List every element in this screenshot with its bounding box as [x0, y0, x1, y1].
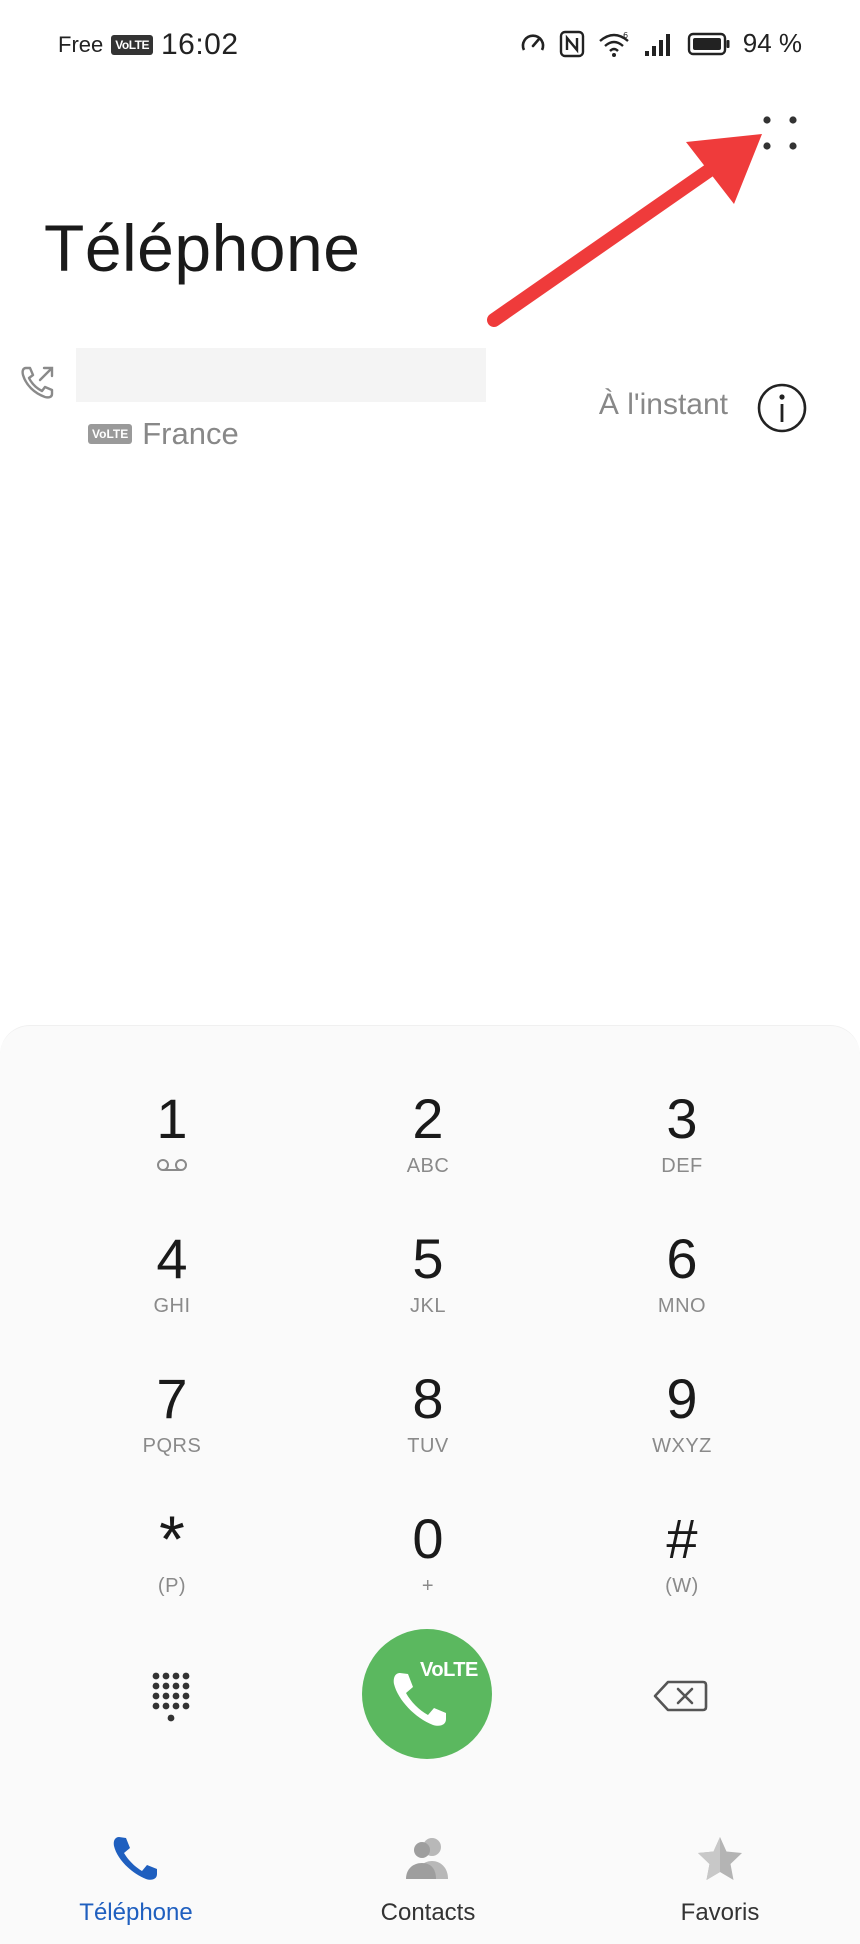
call-number [76, 348, 486, 402]
dialpad-key-5[interactable]: 5 JKL [328, 1229, 528, 1349]
data-saver-icon [521, 33, 545, 51]
key-letters: GHI [153, 1295, 191, 1317]
key-letters: JKL [410, 1295, 446, 1317]
dialpad-key-6[interactable]: 6 MNO [582, 1229, 782, 1349]
tab-phone[interactable]: Téléphone [36, 1833, 236, 1927]
wifi-icon: 6 [598, 31, 629, 57]
call-meta: VoLTE France [88, 416, 239, 452]
key-digit: 4 [156, 1227, 188, 1290]
dialpad-key-hash[interactable]: # (W) [582, 1509, 782, 1629]
key-digit: 9 [666, 1367, 698, 1430]
key-digit: 6 [666, 1227, 698, 1290]
info-icon [757, 383, 807, 433]
phone-icon [113, 1837, 157, 1880]
key-letters: WXYZ [652, 1435, 712, 1457]
call-time: À l'instant [598, 388, 728, 421]
backspace-button[interactable] [652, 1678, 708, 1714]
key-digit: 5 [412, 1227, 444, 1290]
dialpad-toggle-button[interactable] [148, 1668, 196, 1728]
annotation-arrow-icon [487, 134, 762, 327]
key-letters: (W) [665, 1575, 699, 1597]
dialpad-key-3[interactable]: 3 DEF [582, 1089, 782, 1209]
status-right: 6 94 % [519, 28, 802, 59]
voicemail-icon [157, 1159, 187, 1171]
key-letters: PQRS [142, 1435, 202, 1457]
contacts-icon [406, 1838, 448, 1879]
status-bar: Free VoLTE 16:02 6 94 % [0, 0, 860, 90]
call-country: France [142, 416, 239, 451]
page-title: Téléphone [44, 211, 361, 285]
tab-favorites[interactable]: Favoris [620, 1833, 820, 1927]
dialpad-key-7[interactable]: 7 PQRS [72, 1369, 272, 1489]
dialpad-key-9[interactable]: 9 WXYZ [582, 1369, 782, 1489]
key-digit: 2 [412, 1087, 444, 1150]
carrier-name: Free [58, 32, 104, 57]
call-info-button[interactable] [754, 380, 810, 436]
battery-percent: 94 % [742, 28, 802, 58]
bottom-nav: Téléphone Contacts Favoris [0, 1805, 860, 1944]
call-button[interactable]: VoLTE [362, 1629, 492, 1759]
outgoing-call-icon [21, 366, 54, 399]
key-digit: 8 [412, 1367, 444, 1430]
dialpad-key-4[interactable]: 4 GHI [72, 1229, 272, 1349]
phone-app-screen: Free VoLTE 16:02 6 94 % Téléphone VoLTE … [0, 0, 860, 1944]
key-letters: + [421, 1575, 435, 1597]
call-volte-label: VoLTE [420, 1659, 478, 1681]
dialpad-key-1[interactable]: 1 [72, 1089, 272, 1209]
key-digit: * [159, 1502, 185, 1576]
signal-icon [644, 33, 670, 56]
nfc-icon [559, 30, 584, 57]
more-dots-icon [763, 116, 797, 150]
key-digit: 3 [666, 1087, 698, 1150]
call-log-item[interactable]: VoLTE France À l'instant [0, 340, 860, 470]
call-volte-badge: VoLTE [88, 424, 133, 444]
tab-label: Téléphone [79, 1899, 193, 1926]
volte-badge: VoLTE [111, 35, 153, 55]
svg-text:6: 6 [623, 31, 628, 40]
dialpad-key-2[interactable]: 2 ABC [328, 1089, 528, 1209]
key-letters: MNO [657, 1295, 707, 1317]
status-left: Free VoLTE 16:02 [58, 28, 239, 62]
key-digit: # [666, 1507, 698, 1570]
tab-label: Favoris [680, 1899, 760, 1926]
key-letters: TUV [407, 1435, 449, 1457]
battery-icon [687, 32, 730, 55]
key-digit: 0 [412, 1507, 444, 1570]
more-options-button[interactable] [752, 106, 808, 162]
key-letters: (P) [157, 1575, 187, 1597]
tab-contacts[interactable]: Contacts [328, 1833, 528, 1927]
dialpad-grid-icon [152, 1672, 190, 1722]
dialpad: 1 2 ABC 3 DEF 4 GHI 5 JKL 6 MNO 7 PQRS 8… [0, 1025, 860, 1805]
dialpad-key-0[interactable]: 0 + [328, 1509, 528, 1629]
tab-label: Contacts [380, 1899, 476, 1926]
dialpad-key-star[interactable]: * (P) [72, 1502, 272, 1629]
key-digit: 1 [156, 1087, 188, 1150]
backspace-icon [653, 1680, 708, 1712]
key-digit: 7 [156, 1367, 188, 1430]
dialpad-key-8[interactable]: 8 TUV [328, 1369, 528, 1489]
key-letters: DEF [661, 1155, 703, 1177]
status-clock: 16:02 [160, 28, 239, 61]
star-icon [698, 1837, 742, 1880]
key-letters: ABC [406, 1155, 450, 1177]
